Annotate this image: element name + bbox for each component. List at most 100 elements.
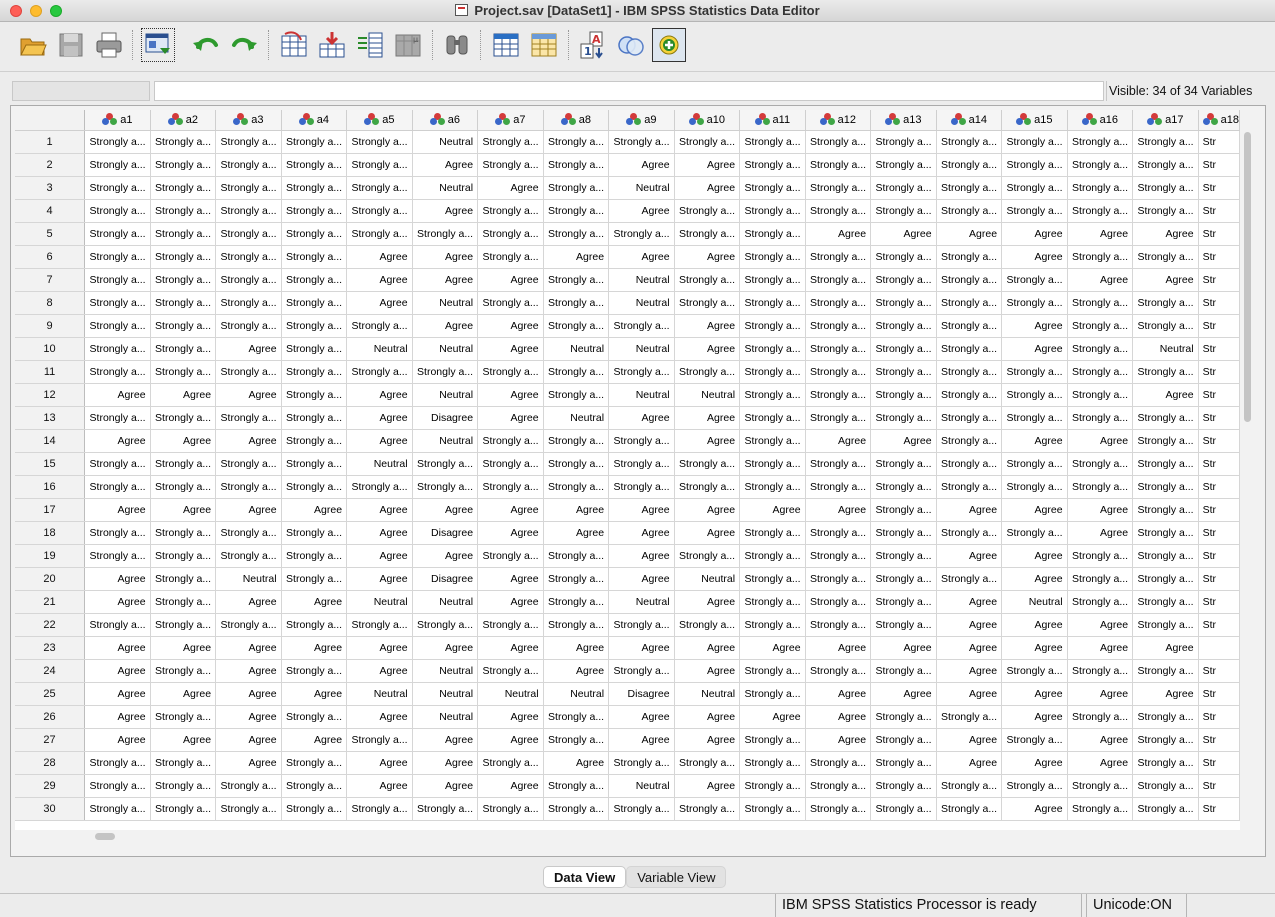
row-number[interactable]: 13 [15, 406, 86, 430]
data-cell[interactable]: Strongly a... [281, 567, 348, 591]
data-cell[interactable]: Strongly a... [215, 360, 282, 384]
data-cell[interactable]: Agree [608, 153, 675, 177]
data-cell[interactable]: Strongly a... [543, 774, 610, 798]
data-cell[interactable]: Strongly a... [477, 360, 544, 384]
data-cell[interactable]: Neutral [215, 567, 282, 591]
data-cell[interactable]: Strongly a... [543, 590, 610, 614]
data-cell[interactable]: Agree [346, 268, 413, 292]
data-cell[interactable]: Agree [1001, 314, 1068, 338]
data-cell[interactable]: Agree [1001, 222, 1068, 246]
data-cell[interactable]: Strongly a... [215, 452, 282, 476]
data-cell[interactable]: Strongly a... [346, 314, 413, 338]
data-cell[interactable]: Strongly a... [543, 797, 610, 821]
data-cell[interactable]: Strongly a... [1001, 268, 1068, 292]
data-cell[interactable]: Str [1198, 659, 1240, 683]
data-cell[interactable]: Strongly a... [1067, 176, 1134, 200]
data-cell[interactable]: Strongly a... [870, 199, 937, 223]
data-cell[interactable]: Strongly a... [870, 590, 937, 614]
data-cell[interactable]: Strongly a... [674, 199, 741, 223]
data-cell[interactable]: Agree [1001, 544, 1068, 568]
data-cell[interactable]: Strongly a... [739, 797, 806, 821]
data-cell[interactable]: Strongly a... [1132, 728, 1199, 752]
data-cell[interactable]: Strongly a... [346, 728, 413, 752]
row-number[interactable]: 20 [15, 567, 86, 591]
data-cell[interactable]: Strongly a... [412, 797, 479, 821]
cell-reference-field[interactable] [12, 81, 150, 101]
data-cell[interactable]: Neutral [608, 774, 675, 798]
data-cell[interactable]: Strongly a... [1001, 406, 1068, 430]
row-number[interactable]: 3 [15, 176, 86, 200]
row-number[interactable]: 10 [15, 337, 86, 361]
data-cell[interactable]: Strongly a... [543, 475, 610, 499]
data-cell[interactable]: Agree [215, 429, 282, 453]
data-cell[interactable]: Str [1198, 429, 1240, 453]
data-cell[interactable]: Str [1198, 774, 1240, 798]
data-cell[interactable]: Strongly a... [1067, 383, 1134, 407]
data-cell[interactable]: Agree [936, 222, 1003, 246]
data-cell[interactable]: Agree [412, 245, 479, 269]
data-cell[interactable]: Agree [608, 521, 675, 545]
data-cell[interactable]: Agree [412, 314, 479, 338]
data-cell[interactable]: Strongly a... [543, 130, 610, 154]
column-header-a15[interactable]: a15 [1001, 110, 1068, 131]
row-number[interactable]: 28 [15, 751, 86, 775]
data-cell[interactable]: Strongly a... [608, 314, 675, 338]
data-cell[interactable]: Agree [84, 728, 151, 752]
data-cell[interactable]: Strongly a... [805, 153, 872, 177]
data-cell[interactable]: Strongly a... [1001, 199, 1068, 223]
data-cell[interactable]: Strongly a... [150, 314, 217, 338]
data-cell[interactable]: Strongly a... [805, 406, 872, 430]
data-cell[interactable]: Strongly a... [870, 337, 937, 361]
data-cell[interactable]: Agree [936, 751, 1003, 775]
data-cell[interactable]: Strongly a... [215, 613, 282, 637]
data-cell[interactable]: Strongly a... [805, 475, 872, 499]
row-number[interactable]: 24 [15, 659, 86, 683]
data-cell[interactable]: Strongly a... [215, 199, 282, 223]
data-cell[interactable]: Agree [870, 222, 937, 246]
data-cell[interactable]: Strongly a... [739, 199, 806, 223]
data-cell[interactable]: Strongly a... [805, 337, 872, 361]
data-cell[interactable]: Agree [543, 498, 610, 522]
data-cell[interactable]: Strongly a... [1001, 291, 1068, 315]
data-cell[interactable]: Strongly a... [346, 797, 413, 821]
data-cell[interactable]: Strongly a... [281, 222, 348, 246]
data-cell[interactable]: Agree [805, 728, 872, 752]
row-number[interactable]: 1 [15, 130, 86, 154]
data-cell[interactable]: Str [1198, 153, 1240, 177]
data-cell[interactable]: Agree [1132, 682, 1199, 706]
data-cell[interactable]: Strongly a... [543, 268, 610, 292]
data-cell[interactable]: Strongly a... [1132, 130, 1199, 154]
data-cell[interactable]: Agree [543, 521, 610, 545]
data-cell[interactable]: Strongly a... [215, 544, 282, 568]
data-cell[interactable]: Agree [936, 728, 1003, 752]
data-cell[interactable]: Agree [674, 337, 741, 361]
data-cell[interactable]: Agree [870, 429, 937, 453]
data-cell[interactable]: Strongly a... [739, 291, 806, 315]
data-cell[interactable]: Agree [674, 498, 741, 522]
data-cell[interactable]: Agree [346, 245, 413, 269]
data-cell[interactable]: Strongly a... [674, 360, 741, 384]
data-cell[interactable]: Agree [739, 498, 806, 522]
data-cell[interactable]: Agree [608, 544, 675, 568]
data-cell[interactable]: Strongly a... [1067, 590, 1134, 614]
data-cell[interactable]: Strongly a... [1132, 475, 1199, 499]
data-cell[interactable]: Strongly a... [281, 751, 348, 775]
data-cell[interactable]: Strongly a... [543, 728, 610, 752]
data-cell[interactable]: Agree [1001, 567, 1068, 591]
data-cell[interactable]: Agree [805, 636, 872, 660]
data-cell[interactable]: Strongly a... [936, 130, 1003, 154]
data-cell[interactable]: Strongly a... [281, 268, 348, 292]
column-header-a16[interactable]: a16 [1067, 110, 1134, 131]
data-cell[interactable]: Strongly a... [739, 590, 806, 614]
row-number[interactable]: 9 [15, 314, 86, 338]
data-cell[interactable]: Strongly a... [84, 337, 151, 361]
data-cell[interactable]: Agree [84, 682, 151, 706]
data-cell[interactable]: Strongly a... [870, 245, 937, 269]
data-cell[interactable]: Strongly a... [1067, 544, 1134, 568]
data-cell[interactable]: Strongly a... [84, 176, 151, 200]
data-cell[interactable]: Neutral [1001, 590, 1068, 614]
data-cell[interactable]: Strongly a... [936, 406, 1003, 430]
data-cell[interactable]: Strongly a... [870, 567, 937, 591]
data-cell[interactable]: Strongly a... [805, 567, 872, 591]
data-cell[interactable]: Agree [346, 705, 413, 729]
